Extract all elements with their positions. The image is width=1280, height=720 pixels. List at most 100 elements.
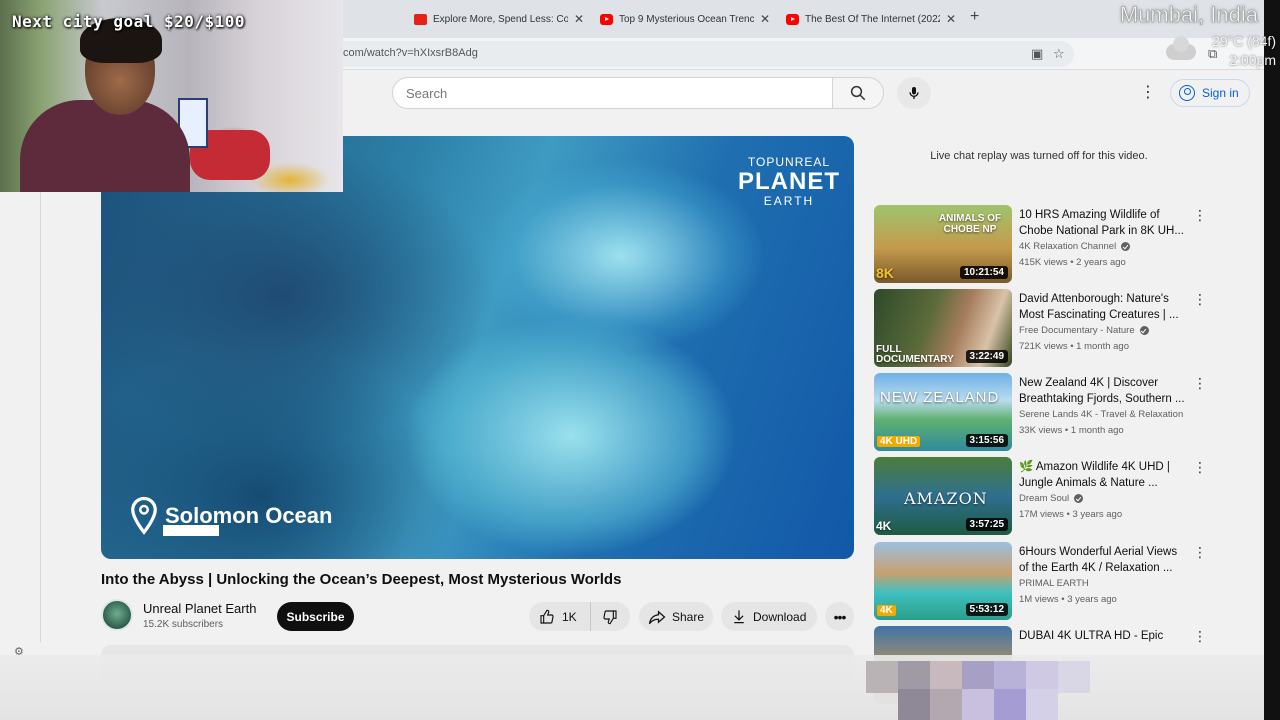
video-player[interactable]: TOPUNREAL PLANET EARTH Solomon Ocean	[101, 136, 854, 559]
settings-menu-icon[interactable]: ⋮	[1140, 82, 1156, 102]
recommended-channel[interactable]: Free Documentary - Nature	[1019, 325, 1149, 336]
stream-location: Mumbai, India	[1119, 2, 1259, 28]
subscriber-count: 15.2K subscribers	[143, 619, 224, 630]
share-button[interactable]: Share	[639, 602, 713, 631]
recommended-channel[interactable]: 4K Relaxation Channel	[1019, 241, 1131, 252]
thumbnail-caption: ANIMALS OF CHOBE NP	[938, 213, 1002, 235]
video-thumbnail[interactable]: FULL DOCUMENTARY 3:22:49	[874, 289, 1012, 367]
channel-label: Serene Lands 4K - Travel & Relaxation	[1019, 409, 1184, 420]
video-thumbnail[interactable]: ANIMALS OF CHOBE NP 8K 10:21:54	[874, 205, 1012, 283]
location-caption: Solomon Ocean	[129, 496, 332, 536]
recommended-meta: 33K views • 1 month ago	[1019, 425, 1124, 436]
account-icon	[1179, 85, 1195, 101]
subscribe-button[interactable]: Subscribe	[277, 602, 354, 631]
more-vertical-icon[interactable]: ⋮	[1193, 375, 1207, 392]
recommended-title[interactable]: 🌿 Amazon Wildlife 4K UHD | Jungle Animal…	[1019, 459, 1189, 491]
video-duration: 10:21:54	[959, 266, 1008, 279]
channel-avatar[interactable]	[101, 599, 133, 631]
channel-name[interactable]: Unreal Planet Earth	[143, 601, 256, 616]
brand-line-3: EARTH	[763, 194, 815, 208]
search-button[interactable]	[832, 77, 884, 109]
more-horizontal-icon: •••	[833, 608, 847, 625]
thumbs-up-icon	[540, 609, 554, 624]
cast-icon[interactable]: ▣	[1031, 46, 1043, 62]
sign-in-label: Sign in	[1202, 86, 1239, 100]
browser-tab-3[interactable]: The Best Of The Internet (2022) ✕	[786, 6, 956, 32]
more-vertical-icon[interactable]: ⋮	[1193, 544, 1207, 561]
video-duration: 5:53:12	[965, 603, 1008, 616]
channel-label: Dream Soul	[1019, 493, 1070, 504]
video-duration: 3:57:25	[965, 518, 1008, 531]
youtube-icon	[600, 13, 613, 25]
dislike-button[interactable]	[591, 609, 629, 625]
verified-check-icon	[1074, 494, 1084, 503]
streamer-figure	[20, 100, 190, 192]
more-actions-button[interactable]: •••	[825, 602, 854, 631]
quality-badge: 4K UHD	[877, 436, 921, 447]
like-dislike-group: 1K	[529, 602, 630, 631]
thumbs-down-icon	[603, 609, 617, 624]
new-tab-icon[interactable]: +	[970, 8, 979, 26]
close-icon[interactable]: ✕	[574, 12, 584, 26]
video-thumbnail[interactable]: 4K 5:53:12	[874, 542, 1012, 620]
more-vertical-icon[interactable]: ⋮	[1193, 291, 1207, 308]
sign-in-button[interactable]: Sign in	[1170, 79, 1250, 107]
close-icon[interactable]: ✕	[946, 12, 956, 26]
share-label: Share	[672, 609, 705, 624]
news-18-icon	[414, 13, 427, 25]
channel-label: Free Documentary - Nature	[1019, 325, 1135, 336]
recommended-meta: 1M views • 3 years ago	[1019, 594, 1117, 605]
recommended-title[interactable]: New Zealand 4K | Discover Breathtaking F…	[1019, 375, 1189, 407]
recommended-title[interactable]: 6Hours Wonderful Aerial Views of the Ear…	[1019, 544, 1189, 576]
voice-search-button[interactable]	[897, 77, 931, 109]
pixel-block	[1058, 661, 1090, 693]
pixel-block	[898, 689, 930, 720]
webcam-overlay: Next city goal $20/$100	[0, 0, 343, 192]
thumbnail-caption: AMAZON	[904, 489, 988, 508]
download-button[interactable]: Download	[721, 602, 817, 631]
live-chat-notice: Live chat replay was turned off for this…	[930, 150, 1148, 162]
screen-edge	[1264, 0, 1280, 720]
more-vertical-icon[interactable]: ⋮	[1193, 459, 1207, 476]
caption-underline	[163, 525, 219, 536]
like-button[interactable]: 1K	[529, 602, 591, 631]
search-placeholder: Search	[406, 85, 448, 101]
more-vertical-icon[interactable]: ⋮	[1193, 207, 1207, 224]
stream-time: 2:00pm	[1229, 52, 1276, 68]
browser-tab-2[interactable]: Top 9 Mysterious Ocean Trench ✕	[600, 6, 770, 32]
tab-title: Top 9 Mysterious Ocean Trench	[619, 13, 754, 25]
recommended-video[interactable]: ANIMALS OF CHOBE NP 8K 10:21:54 10 HRS A…	[874, 205, 1214, 283]
recommended-channel[interactable]: PRIMAL EARTH	[1019, 578, 1089, 589]
recommended-meta: 721K views • 1 month ago	[1019, 341, 1130, 352]
pixel-block	[962, 689, 994, 720]
recommended-video[interactable]: 4K 5:53:12 6Hours Wonderful Aerial Views…	[874, 542, 1214, 620]
more-vertical-icon[interactable]: ⋮	[1193, 628, 1207, 645]
close-icon[interactable]: ✕	[760, 12, 770, 26]
thumbnail-caption: FULL DOCUMENTARY	[876, 344, 954, 365]
verified-check-icon	[1139, 326, 1149, 335]
youtube-icon	[786, 13, 799, 25]
microphone-icon	[909, 87, 919, 99]
pixel-block	[994, 689, 1026, 720]
video-thumbnail[interactable]: NEW ZEALAND 4K UHD 3:15:56	[874, 373, 1012, 451]
recommended-meta: 17M views • 3 years ago	[1019, 509, 1123, 520]
browser-tab-1[interactable]: Explore More, Spend Less: Cour ✕	[414, 6, 584, 32]
recommended-channel[interactable]: Serene Lands 4K - Travel & Relaxation	[1019, 409, 1183, 420]
recommended-video[interactable]: FULL DOCUMENTARY 3:22:49 David Attenboro…	[874, 289, 1214, 367]
video-thumbnail[interactable]: AMAZON 4K 3:57:25	[874, 457, 1012, 535]
brand-line-2: PLANET	[738, 168, 840, 195]
share-arrow-icon	[648, 609, 666, 624]
quality-badge: 4K	[876, 519, 892, 533]
url-text[interactable]: com/watch?v=hXIxsrB8Adg	[343, 47, 478, 59]
search-input[interactable]: Search	[392, 77, 833, 109]
download-label: Download	[753, 609, 807, 624]
recommended-channel[interactable]: Dream Soul	[1019, 493, 1084, 504]
channel-label: 4K Relaxation Channel	[1019, 241, 1117, 252]
recommended-title[interactable]: 10 HRS Amazing Wildlife of Chobe Nationa…	[1019, 207, 1189, 239]
like-count: 1K	[562, 609, 577, 624]
recommended-video[interactable]: NEW ZEALAND 4K UHD 3:15:56 New Zealand 4…	[874, 373, 1214, 451]
bookmark-star-icon[interactable]: ☆	[1053, 46, 1065, 62]
recommended-video[interactable]: AMAZON 4K 3:57:25 🌿 Amazon Wildlife 4K U…	[874, 457, 1214, 535]
recommended-title[interactable]: DUBAI 4K ULTRA HD - Epic	[1019, 628, 1189, 644]
recommended-title[interactable]: David Attenborough: Nature's Most Fascin…	[1019, 291, 1189, 323]
